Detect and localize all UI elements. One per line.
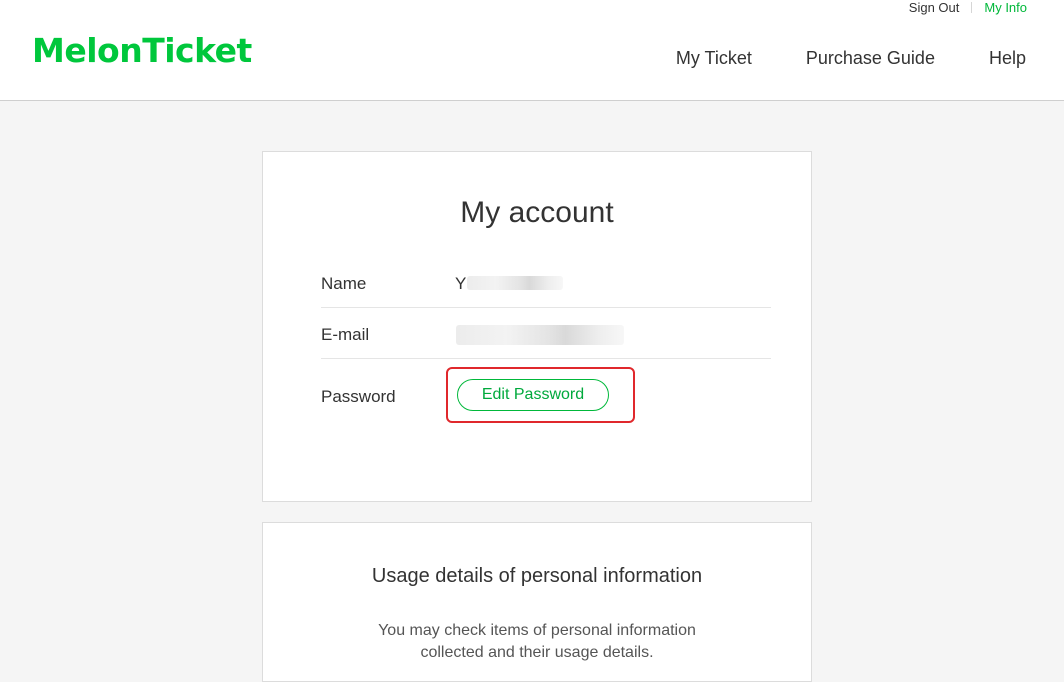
edit-password-button[interactable]: Edit Password (457, 379, 609, 411)
nav-my-ticket[interactable]: My Ticket (676, 48, 752, 68)
name-value-initial: Y (455, 274, 467, 293)
site-header: MelonTicket Sign Out My Info My Ticket Pu… (0, 0, 1064, 101)
email-row: E-mail (321, 308, 771, 359)
utility-links: Sign Out My Info (909, 0, 1027, 16)
usage-desc-line-2: collected and their usage details. (420, 644, 654, 661)
name-row: Name Y (321, 268, 771, 308)
my-account-title: My account (460, 196, 614, 229)
password-label: Password (321, 387, 396, 406)
usage-details-card: Usage details of personal information Yo… (262, 522, 812, 682)
sign-out-link[interactable]: Sign Out (909, 0, 960, 15)
name-label: Name (321, 274, 367, 293)
name-value-redacted (467, 276, 563, 290)
nav-purchase-guide[interactable]: Purchase Guide (806, 48, 935, 68)
usage-desc-line-1: You may check items of personal informat… (378, 622, 696, 639)
email-value-redacted (456, 325, 624, 345)
utility-divider (971, 2, 973, 13)
email-label: E-mail (321, 325, 370, 344)
main-nav: My Ticket Purchase Guide Help (676, 46, 1026, 70)
melon-ticket-logo[interactable]: MelonTicket (32, 29, 252, 73)
my-info-link[interactable]: My Info (984, 0, 1027, 15)
nav-help[interactable]: Help (989, 48, 1026, 68)
usage-details-title: Usage details of personal information (371, 565, 703, 587)
usage-details-description: You may check items of personal informat… (263, 620, 811, 664)
my-account-card: My account Name Y E-mail Password Edit P… (262, 151, 812, 502)
